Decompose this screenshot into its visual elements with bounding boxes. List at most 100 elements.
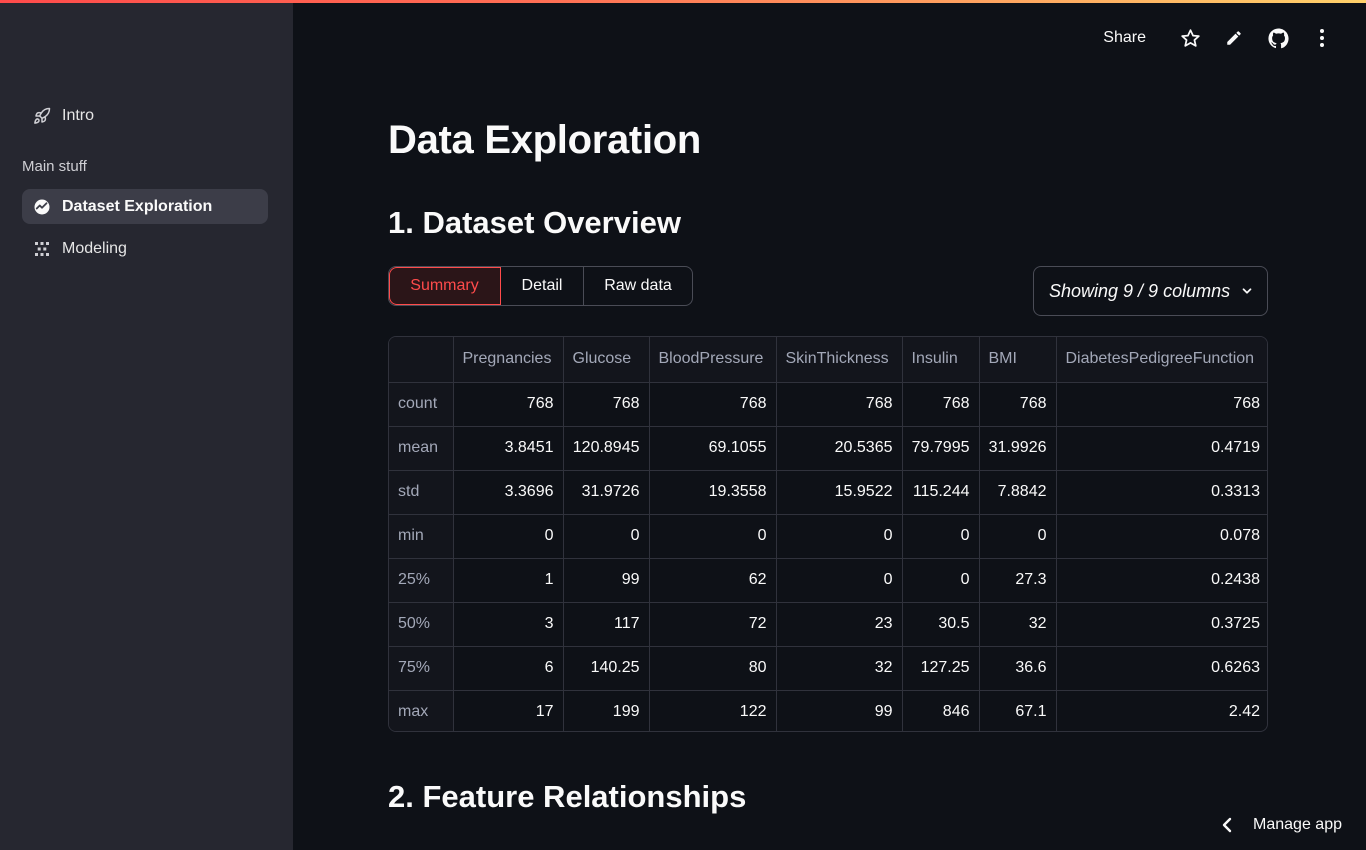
table-cell[interactable]: 0: [776, 558, 903, 603]
table-cell[interactable]: 768: [453, 382, 564, 427]
sidebar-item-intro[interactable]: Intro: [22, 98, 268, 133]
table-cell[interactable]: 120.8945: [563, 426, 650, 471]
table-cell[interactable]: 0: [453, 514, 564, 559]
table-cell[interactable]: 1: [453, 558, 564, 603]
tab-detail[interactable]: Detail: [501, 267, 584, 305]
table-cell[interactable]: 15.9522: [776, 470, 903, 515]
table-cell[interactable]: 6: [453, 646, 564, 691]
table-cell[interactable]: 0: [776, 514, 903, 559]
chart-circle-icon: [32, 197, 52, 217]
section-title-feature-relationships: 2. Feature Relationships: [388, 779, 747, 814]
sidebar-item-dataset-exploration[interactable]: Dataset Exploration: [22, 189, 268, 224]
table-cell[interactable]: 0: [563, 514, 650, 559]
table-cell[interactable]: 199: [563, 690, 650, 731]
table-cell[interactable]: 846: [902, 690, 980, 731]
table-row: max 17 199 122 99 846 67.1 2.42: [389, 690, 1267, 731]
github-icon[interactable]: [1267, 27, 1289, 49]
table-cell[interactable]: 768: [776, 382, 903, 427]
sidebar-section-label: Main stuff: [22, 158, 87, 175]
table-cell[interactable]: 17: [453, 690, 564, 731]
table-cell[interactable]: 0.3725: [1056, 602, 1267, 647]
sidebar-item-modeling[interactable]: Modeling: [22, 231, 268, 266]
table-cell[interactable]: 69.1055: [649, 426, 777, 471]
column-header[interactable]: Insulin: [902, 337, 980, 383]
table-cell[interactable]: 7.8842: [979, 470, 1057, 515]
table-cell[interactable]: 0: [649, 514, 777, 559]
table-header-row: Pregnancies Glucose BloodPressure SkinTh…: [389, 337, 1267, 383]
section-title-overview: 1. Dataset Overview: [388, 205, 681, 240]
table-cell[interactable]: 3: [453, 602, 564, 647]
table-cell[interactable]: 122: [649, 690, 777, 731]
table-cell[interactable]: 768: [563, 382, 650, 427]
column-header[interactable]: DiabetesPedigreeFunction: [1056, 337, 1267, 383]
manage-app-button[interactable]: Manage app: [1221, 816, 1342, 834]
table-cell[interactable]: 72: [649, 602, 777, 647]
column-header[interactable]: [389, 337, 454, 383]
rocket-icon: [32, 106, 52, 126]
row-header-cell[interactable]: 75%: [389, 646, 454, 691]
table-cell[interactable]: 99: [776, 690, 903, 731]
table-cell[interactable]: 0.4719: [1056, 426, 1267, 471]
table-cell[interactable]: 32: [979, 602, 1057, 647]
sidebar-item-label: Intro: [62, 106, 95, 124]
table-cell[interactable]: 0: [902, 514, 980, 559]
tab-summary[interactable]: Summary: [389, 267, 501, 305]
table-cell[interactable]: 31.9926: [979, 426, 1057, 471]
table-cell[interactable]: 0: [979, 514, 1057, 559]
table-cell[interactable]: 80: [649, 646, 777, 691]
edit-pencil-icon[interactable]: [1223, 27, 1245, 49]
table-cell[interactable]: 79.7995: [902, 426, 980, 471]
table-cell[interactable]: 30.5: [902, 602, 980, 647]
table-cell[interactable]: 0.2438: [1056, 558, 1267, 603]
table-cell[interactable]: 3.3696: [453, 470, 564, 515]
table-cell[interactable]: 31.9726: [563, 470, 650, 515]
row-header-cell[interactable]: count: [389, 382, 454, 427]
table-cell[interactable]: 32: [776, 646, 903, 691]
table-cell[interactable]: 3.8451: [453, 426, 564, 471]
table-cell[interactable]: 768: [1056, 382, 1267, 427]
row-header-cell[interactable]: min: [389, 514, 454, 559]
chevron-left-icon: [1221, 817, 1233, 833]
table-cell[interactable]: 117: [563, 602, 650, 647]
table-cell[interactable]: 67.1: [979, 690, 1057, 731]
tab-raw-data[interactable]: Raw data: [584, 267, 692, 305]
star-icon[interactable]: [1179, 27, 1201, 49]
table-cell[interactable]: 115.244: [902, 470, 980, 515]
sidebar: Intro Main stuff Dataset Exploration Mod…: [0, 0, 293, 850]
table-cell[interactable]: 19.3558: [649, 470, 777, 515]
column-header[interactable]: Pregnancies: [453, 337, 564, 383]
column-header[interactable]: BMI: [979, 337, 1057, 383]
table-row: std 3.3696 31.9726 19.3558 15.9522 115.244 7.8…: [389, 470, 1267, 515]
row-header-cell[interactable]: max: [389, 690, 454, 731]
table-cell[interactable]: 27.3: [979, 558, 1057, 603]
more-menu-icon[interactable]: [1311, 27, 1333, 49]
table-cell[interactable]: 0.078: [1056, 514, 1267, 559]
table-cell[interactable]: 768: [902, 382, 980, 427]
table-cell[interactable]: 768: [649, 382, 777, 427]
share-button[interactable]: Share: [1103, 29, 1146, 47]
table-cell[interactable]: 0.3313: [1056, 470, 1267, 515]
row-header-cell[interactable]: mean: [389, 426, 454, 471]
table-cell[interactable]: 23: [776, 602, 903, 647]
table-row: count 768 768 768 768 768 768 768: [389, 382, 1267, 427]
column-header[interactable]: SkinThickness: [776, 337, 903, 383]
row-header-cell[interactable]: 50%: [389, 602, 454, 647]
table-cell[interactable]: 20.5365: [776, 426, 903, 471]
table-cell[interactable]: 2.42: [1056, 690, 1267, 731]
table-cell[interactable]: 768: [979, 382, 1057, 427]
column-header[interactable]: BloodPressure: [649, 337, 777, 383]
row-header-cell[interactable]: 25%: [389, 558, 454, 603]
view-tabs: Summary Detail Raw data: [388, 266, 693, 306]
column-header[interactable]: Glucose: [563, 337, 650, 383]
table-cell[interactable]: 62: [649, 558, 777, 603]
table-cell[interactable]: 140.25: [563, 646, 650, 691]
manage-app-label: Manage app: [1253, 816, 1342, 833]
table-cell[interactable]: 36.6: [979, 646, 1057, 691]
table-cell[interactable]: 127.25: [902, 646, 980, 691]
table-cell[interactable]: 0: [902, 558, 980, 603]
row-header-cell[interactable]: std: [389, 470, 454, 515]
column-selector-dropdown[interactable]: Showing 9 / 9 columns: [1033, 266, 1268, 316]
table-row: min 0 0 0 0 0 0 0.078: [389, 514, 1267, 559]
table-cell[interactable]: 0.6263: [1056, 646, 1267, 691]
table-cell[interactable]: 99: [563, 558, 650, 603]
